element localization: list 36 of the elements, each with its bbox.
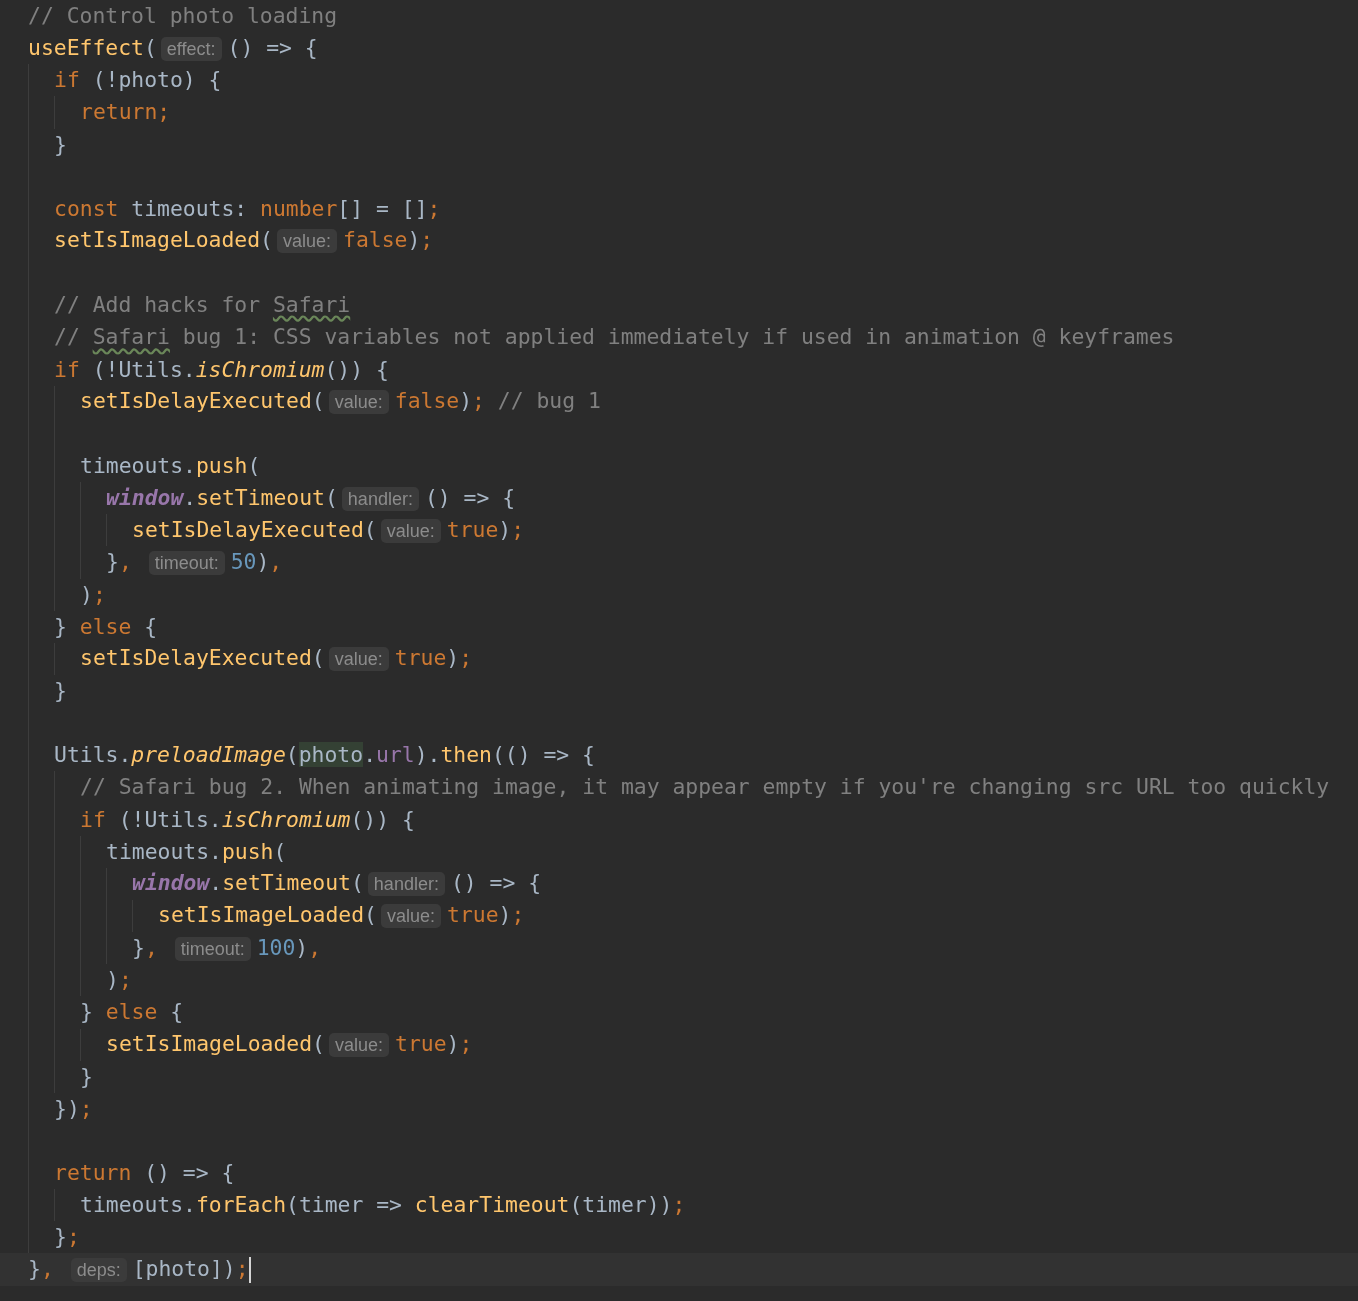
code-line: } else { <box>80 998 184 1027</box>
code-line: setIsImageLoaded( value: false); <box>54 226 434 256</box>
code-line: setIsDelayExecuted( value: true); <box>80 644 473 674</box>
code-line: }, deps: [photo]); <box>28 1255 249 1284</box>
code-line: setIsDelayExecuted( value: false); // bug 1 <box>80 387 601 417</box>
text-caret <box>248 1256 251 1283</box>
code-line: // Safari bug 2. When animating image, it may appear empty if you're changing src URL too quickly <box>80 773 1330 802</box>
code-line: timeouts.forEach(timer => clearTimeout(timer)); <box>80 1191 686 1220</box>
code-line: timeouts.push( <box>80 451 261 480</box>
code-line: setIsDelayExecuted( value: true); <box>132 515 525 545</box>
code-line: if (!Utils.isChromium()) { <box>54 355 389 384</box>
code-line: // Add hacks for Safari <box>54 291 351 320</box>
code-line: } else { <box>54 612 158 641</box>
code-line: } <box>54 130 67 159</box>
code-line: const timeouts: number[] = []; <box>54 194 441 223</box>
code-line: }, timeout: 50), <box>106 547 283 577</box>
code-line: // Control photo loading <box>28 2 338 30</box>
code-line: Utils.preloadImage(photo.url).then(() => { <box>54 741 595 770</box>
code-line: if (!photo) { <box>54 66 222 95</box>
code-line: ); <box>80 580 106 609</box>
code-line: window.setTimeout( handler: () => { <box>132 869 542 899</box>
code-line: useEffect( effect: () => { <box>28 33 318 63</box>
code-line: if (!Utils.isChromium()) { <box>80 805 415 834</box>
code-line: }, timeout: 100), <box>132 933 322 963</box>
code-line: setIsImageLoaded( value: true); <box>158 901 525 931</box>
code-line: ); <box>106 966 132 995</box>
code-line: } <box>80 1062 93 1091</box>
code-line: // Safari bug 1: CSS variables not applied immediately if used in animation @ keyframes <box>54 323 1175 352</box>
code-line: } <box>54 676 67 705</box>
code-line: setIsImageLoaded( value: true); <box>106 1030 473 1059</box>
code-line: }); <box>54 1094 93 1123</box>
code-line: return () => { <box>54 1159 235 1188</box>
code-line: }; <box>54 1223 80 1252</box>
code-line: return; <box>80 98 171 127</box>
code-line: window.setTimeout( handler: () => { <box>106 483 516 513</box>
code-line: timeouts.push( <box>106 837 287 866</box>
